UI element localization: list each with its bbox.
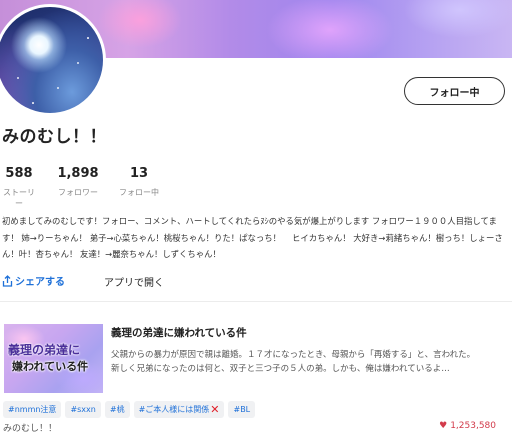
stat-stories[interactable]: 588 ストーリー [0, 166, 38, 209]
tag-chip-label: #ご本人様には関係 [138, 405, 210, 414]
avatar-sparkle [87, 37, 89, 39]
avatar-sparkle [57, 87, 59, 89]
stat-followers[interactable]: 1,898 フォロワー [55, 166, 101, 198]
stat-followers-label: フォロワー [58, 188, 98, 197]
story-title[interactable]: 義理の弟達に嫌われている件 [111, 325, 247, 340]
thumbnail-title-line1: 義理の弟達に [8, 343, 81, 357]
story-description: 父親からの暴力が原因で親は離婚。１７才になったとき、母親から「再婚する」と、言わ… [111, 348, 501, 376]
share-icon [2, 274, 13, 287]
story-thumbnail[interactable]: 義理の弟達に 嫌われている件 [4, 324, 103, 393]
story-likes: ♥ 1,253,580 [439, 421, 496, 431]
avatar-sparkle [32, 102, 34, 104]
stat-stories-count: 588 [5, 166, 33, 181]
avatar-sparkle [77, 62, 79, 64]
stat-following-label: フォロー中 [119, 188, 159, 197]
tag-chip[interactable]: #ご本人様には関係 ✕ [133, 401, 225, 418]
avatar[interactable] [0, 4, 106, 116]
profile-username: みのむし！！ [2, 127, 107, 147]
story-description-line2: 新しく兄弟になったのは何と、双子と三つ子の５人の弟。しかも、俺は嫌われているよ… [111, 364, 450, 374]
share-label: シェアする [15, 277, 65, 288]
stat-stories-label: ストーリー [3, 188, 35, 208]
story-author[interactable]: みのむし！！ [3, 421, 57, 434]
section-divider [0, 301, 512, 302]
story-description-line1: 父親からの暴力が原因で親は離婚。１７才になったとき、母親から「再婚する」と、言わ… [111, 350, 476, 360]
avatar-sparkle [17, 77, 19, 79]
story-tags: #nmmn注意 #sxxn #桃 #ご本人様には関係 ✕ #BL [3, 401, 256, 418]
open-in-app-link[interactable]: アプリで開く [104, 274, 164, 289]
stat-following-count: 13 [129, 166, 149, 181]
stat-followers-count: 1,898 [57, 166, 99, 181]
thumbnail-title-line2: 嫌われている件 [12, 360, 89, 373]
tag-chip[interactable]: #BL [228, 401, 256, 418]
following-button[interactable]: フォロー中 [404, 77, 505, 105]
tag-chip[interactable]: #桃 [104, 401, 130, 418]
tag-chip[interactable]: #nmmn注意 [3, 401, 62, 418]
cross-mark-icon: ✕ [210, 402, 220, 416]
stat-following[interactable]: 13 フォロー中 [116, 166, 162, 198]
tag-chip[interactable]: #sxxn [65, 401, 101, 418]
heart-icon: ♥ [439, 421, 448, 431]
share-button[interactable]: シェアする [2, 273, 65, 288]
profile-bio: 初めましてみのむしです！フォロー、コメント、ハートしてくれたらﾇｼのやる気が爆上… [2, 216, 503, 259]
story-likes-count: 1,253,580 [450, 421, 496, 431]
